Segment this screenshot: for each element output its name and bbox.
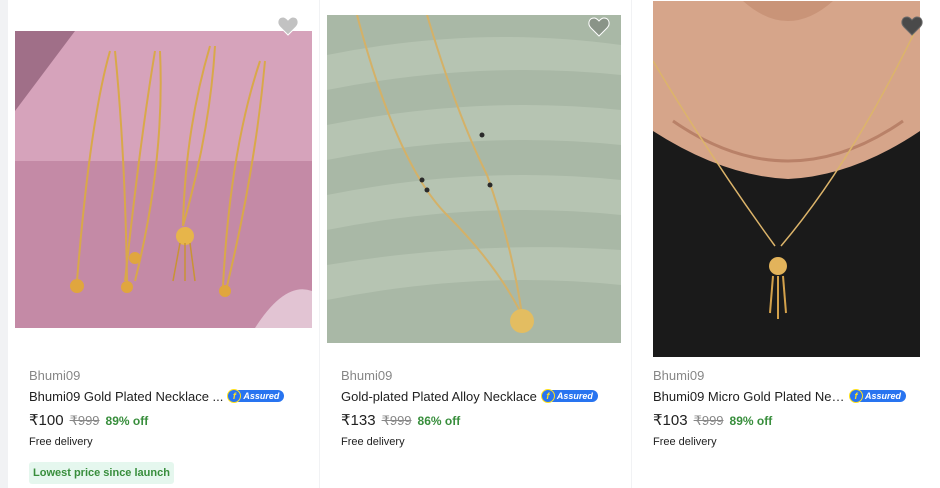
product-title[interactable]: Gold-plated Plated Alloy Necklace — [341, 389, 537, 404]
product-mrp: ₹999 — [693, 413, 724, 428]
product-discount: 89% off — [729, 414, 773, 428]
product-brand: Bhumi09 — [653, 368, 705, 383]
product-info: Bhumi09 Bhumi09 Gold Plated Necklace ...… — [29, 368, 311, 484]
wishlist-heart-icon[interactable] — [900, 14, 924, 38]
product-discount: 86% off — [417, 414, 461, 428]
product-mrp: ₹999 — [69, 413, 100, 428]
product-image-3[interactable] — [653, 1, 920, 357]
product-card-3[interactable]: Bhumi09 Bhumi09 Micro Gold Plated Nec...… — [632, 0, 940, 488]
product-image-2[interactable] — [327, 15, 621, 343]
product-info: Bhumi09 Bhumi09 Micro Gold Plated Nec...… — [653, 368, 932, 449]
wishlist-heart-icon[interactable] — [587, 15, 611, 39]
assured-badge-icon: f Assured — [227, 389, 285, 403]
delivery-info: Free delivery — [29, 436, 93, 448]
product-mrp: ₹999 — [381, 413, 412, 428]
product-price: ₹100 — [29, 412, 64, 429]
product-info: Bhumi09 Gold-plated Plated Alloy Necklac… — [341, 368, 623, 449]
product-brand: Bhumi09 — [29, 368, 81, 383]
product-card-1[interactable]: Bhumi09 Bhumi09 Gold Plated Necklace ...… — [8, 0, 319, 488]
product-discount: 89% off — [105, 414, 149, 428]
delivery-info: Free delivery — [341, 436, 405, 448]
wishlist-heart-icon[interactable] — [276, 14, 300, 38]
assured-badge-icon: f Assured — [540, 389, 598, 403]
product-title[interactable]: Bhumi09 Gold Plated Necklace ... — [29, 389, 223, 404]
product-price: ₹133 — [341, 412, 376, 429]
product-brand: Bhumi09 — [341, 368, 393, 383]
product-card-2[interactable]: Bhumi09 Gold-plated Plated Alloy Necklac… — [320, 0, 631, 488]
necklace-chain-image — [327, 15, 621, 343]
product-image-1[interactable] — [15, 31, 312, 328]
lowest-price-tag: Lowest price since launch — [29, 462, 174, 484]
delivery-info: Free delivery — [653, 436, 717, 448]
necklace-set-image — [15, 31, 312, 328]
pendant-model-image — [653, 1, 920, 357]
assured-badge-icon: f Assured — [849, 389, 907, 403]
product-price: ₹103 — [653, 412, 688, 429]
product-grid: Bhumi09 Bhumi09 Gold Plated Necklace ...… — [0, 0, 940, 488]
product-title[interactable]: Bhumi09 Micro Gold Plated Nec... — [653, 389, 845, 404]
